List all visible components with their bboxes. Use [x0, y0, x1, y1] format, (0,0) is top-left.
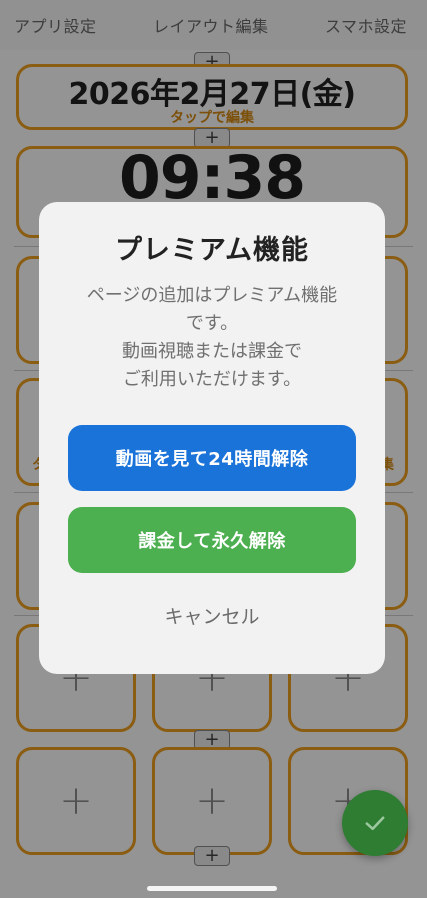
purchase-unlock-button[interactable]: 課金して永久解除 — [68, 507, 356, 573]
confirm-fab[interactable] — [342, 790, 408, 856]
dialog-message: ページの追加はプレミアム機能 です。 動画視聴または課金で ご利用いただけます。 — [59, 282, 365, 394]
watch-video-unlock-button[interactable]: 動画を見て24時間解除 — [68, 425, 356, 491]
dialog-message-line: 動画視聴または課金で — [122, 341, 302, 362]
dialog-message-line: です。 — [185, 313, 239, 334]
dialog-message-line: ページの追加はプレミアム機能 — [86, 285, 338, 306]
home-indicator[interactable] — [147, 886, 277, 891]
check-icon — [365, 816, 385, 831]
cancel-button[interactable]: キャンセル — [39, 602, 385, 629]
dialog-title: プレミアム機能 — [114, 235, 310, 266]
premium-dialog: プレミアム機能 ページの追加はプレミアム機能 です。 動画視聴または課金で ご利… — [39, 202, 385, 674]
dialog-message-line: ご利用いただけます。 — [122, 369, 302, 390]
